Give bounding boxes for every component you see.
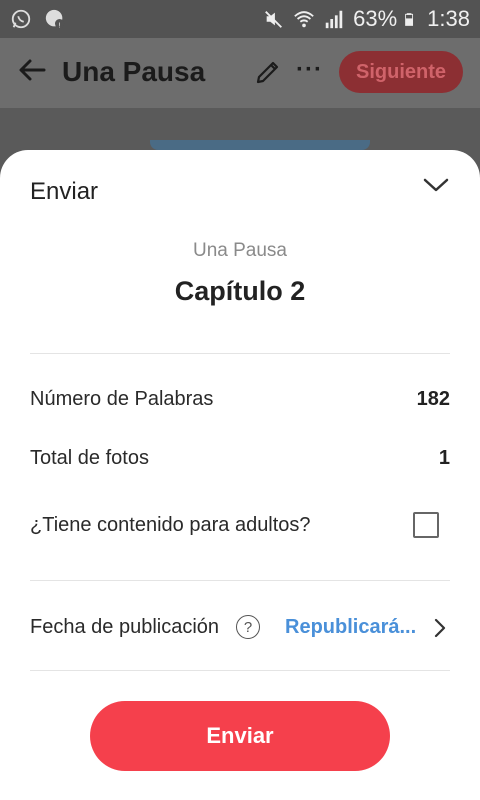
battery-percent: 63%: [353, 6, 398, 31]
whatsapp-icon: [11, 9, 31, 29]
mature-content-label: ¿Tiene contenido para adultos?: [30, 514, 311, 536]
photos-label: Total de fotos: [30, 447, 149, 469]
publication-date-link[interactable]: Republicará...: [285, 616, 416, 639]
wifi-icon: [294, 11, 314, 28]
chevron-right-icon[interactable]: [432, 617, 448, 639]
word-count-label: Número de Palabras: [30, 388, 214, 410]
clock: 1:38: [427, 6, 470, 31]
battery-icon: [405, 13, 414, 26]
photos-count-value: 1: [438, 447, 450, 469]
app-bar: Una Pausa ··· Siguiente: [0, 38, 480, 150]
chevron-down-icon[interactable]: [422, 174, 450, 196]
messenger-icon: !: [45, 9, 65, 29]
svg-text:!: !: [58, 20, 61, 29]
signal-icon: [325, 10, 343, 29]
mature-content-checkbox[interactable]: [413, 512, 439, 538]
more-options-icon[interactable]: ···: [296, 56, 323, 84]
send-button[interactable]: Enviar: [90, 701, 390, 771]
sheet-title: Enviar: [30, 178, 99, 205]
divider: [30, 670, 450, 671]
edit-icon[interactable]: [254, 58, 282, 86]
status-bar: ! 63% 1:38: [0, 0, 480, 38]
back-arrow-icon[interactable]: [16, 54, 48, 86]
publication-date-label: Fecha de publicación: [30, 616, 220, 638]
help-icon[interactable]: ?: [236, 615, 260, 639]
story-name: Una Pausa: [192, 240, 287, 261]
word-count-value: 182: [416, 388, 450, 410]
mute-icon: [265, 11, 283, 28]
header-accent-bar: [150, 140, 370, 150]
app-title: Una Pausa: [62, 56, 206, 87]
divider: [30, 353, 450, 354]
divider: [30, 580, 450, 581]
publish-sheet: Enviar Una Pausa Capítulo 2 Número de Pa…: [0, 150, 480, 800]
next-button[interactable]: Siguiente: [339, 51, 463, 93]
chapter-name: Capítulo 2: [174, 276, 306, 306]
